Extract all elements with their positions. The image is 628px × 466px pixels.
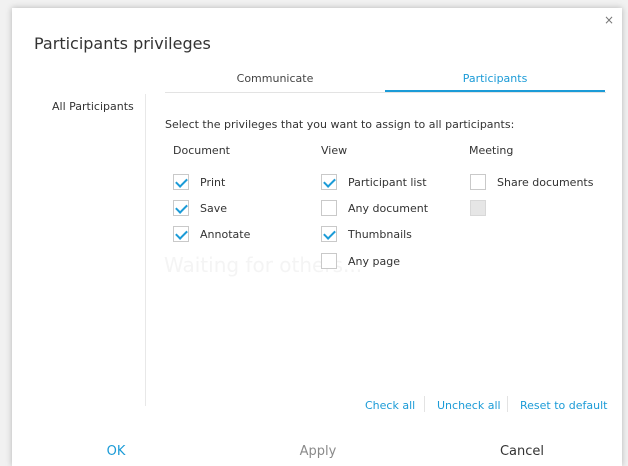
disabled-checkbox [470, 200, 486, 216]
link-divider [424, 396, 425, 412]
instruction-text: Select the privileges that you want to a… [165, 118, 515, 131]
dialog-title: Participants privileges [34, 34, 211, 53]
tab-participants[interactable]: Participants [385, 70, 605, 92]
tab-communicate[interactable]: Communicate [165, 70, 385, 92]
participant-list-checkbox[interactable] [321, 174, 337, 190]
any-document-checkbox[interactable] [321, 200, 337, 216]
cancel-button[interactable]: Cancel [488, 444, 556, 459]
check-all-link[interactable]: Check all [365, 399, 415, 412]
privileges-dialog: × Participants privileges Communicate Pa… [12, 8, 622, 466]
checkbox-row-participant-list[interactable]: Participant list [321, 173, 427, 191]
save-checkbox[interactable] [173, 200, 189, 216]
reset-to-default-link[interactable]: Reset to default [520, 399, 607, 412]
thumbnails-checkbox[interactable] [321, 226, 337, 242]
checkbox-row-thumbnails[interactable]: Thumbnails [321, 225, 412, 243]
checkbox-label: Share documents [497, 175, 594, 189]
share-documents-checkbox[interactable] [470, 174, 486, 190]
uncheck-all-link[interactable]: Uncheck all [437, 399, 501, 412]
checkbox-row-any-document[interactable]: Any document [321, 199, 428, 217]
checkbox-label: Participant list [348, 175, 427, 189]
any-page-checkbox[interactable] [321, 253, 337, 269]
apply-button[interactable]: Apply [284, 444, 352, 459]
checkbox-label: Any page [348, 254, 400, 268]
checkbox-row-share-documents[interactable]: Share documents [470, 173, 593, 191]
sidebar-divider [145, 94, 146, 406]
print-checkbox[interactable] [173, 174, 189, 190]
column-heading-meeting: Meeting [469, 144, 514, 157]
checkbox-row-any-page[interactable]: Any page [321, 252, 400, 270]
link-divider [507, 396, 508, 412]
sidebar-item-all-participants[interactable]: All Participants [52, 100, 134, 113]
checkbox-label: Any document [348, 201, 429, 215]
checkbox-label: Print [200, 175, 226, 189]
checkbox-row-save[interactable]: Save [173, 199, 227, 217]
checkbox-row-disabled [470, 199, 486, 217]
checkbox-label: Save [200, 201, 228, 215]
column-heading-document: Document [173, 144, 230, 157]
checkbox-label: Thumbnails [348, 227, 412, 241]
close-icon[interactable]: × [604, 14, 614, 26]
column-heading-view: View [321, 144, 348, 157]
checkbox-row-print[interactable]: Print [173, 173, 225, 191]
annotate-checkbox[interactable] [173, 226, 189, 242]
checkbox-label: Annotate [200, 227, 251, 241]
ok-button[interactable]: OK [82, 444, 150, 459]
tab-divider [165, 92, 606, 93]
tab-bar: Communicate Participants [165, 70, 606, 92]
checkbox-row-annotate[interactable]: Annotate [173, 225, 250, 243]
